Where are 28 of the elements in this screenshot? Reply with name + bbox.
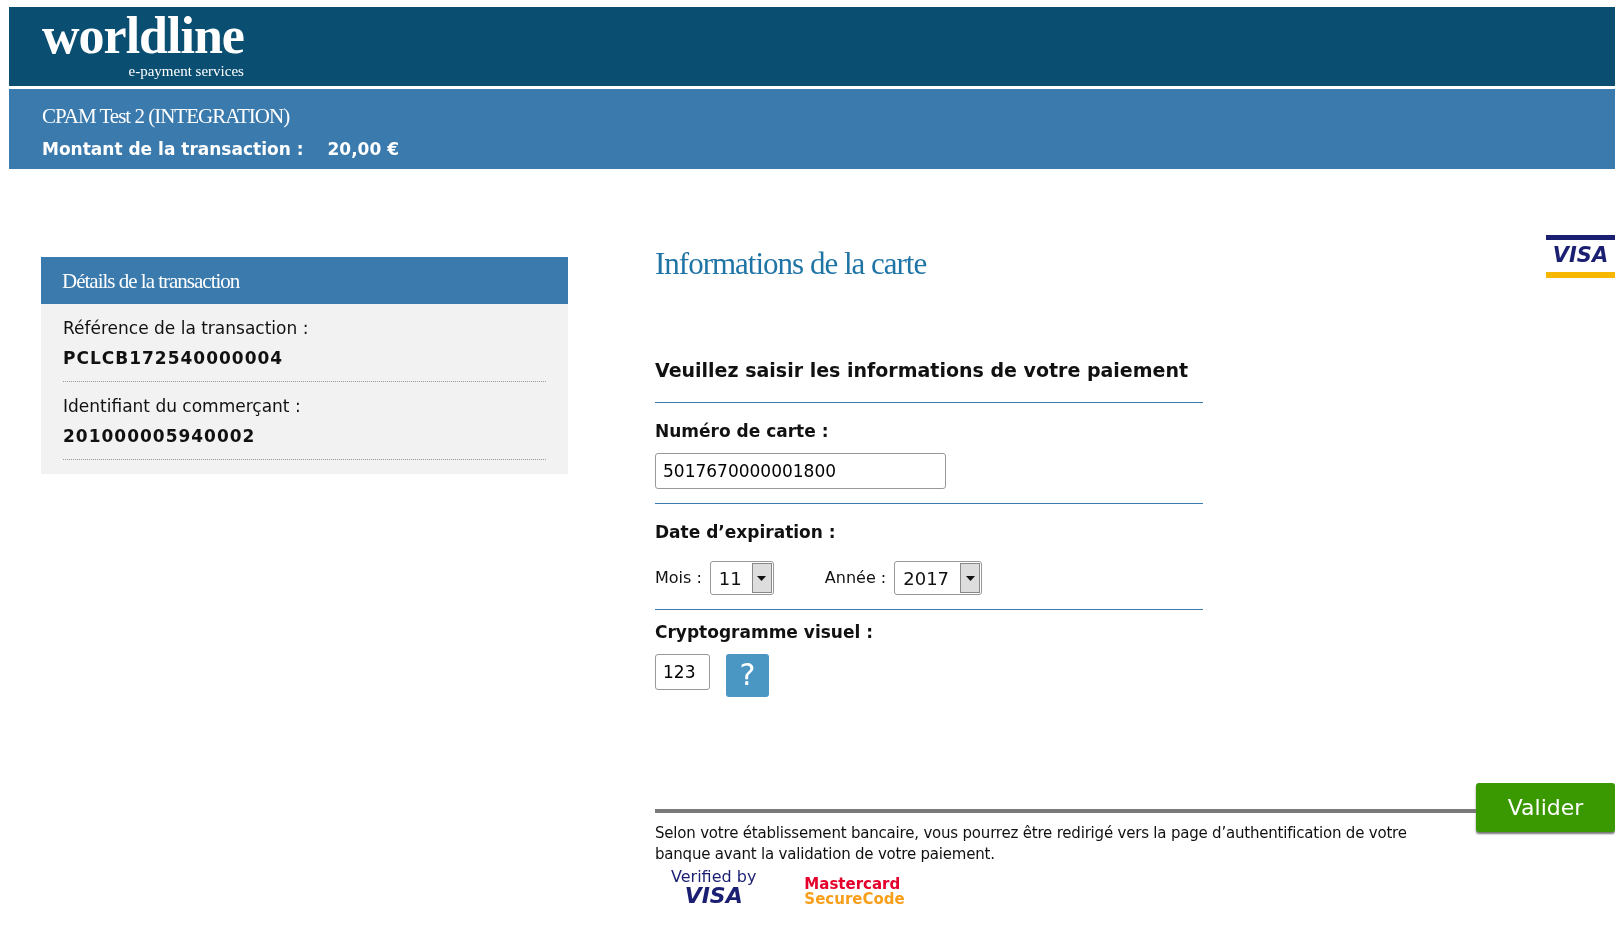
detail-label: Identifiant du commerçant : bbox=[63, 395, 302, 418]
field-label: Mois : bbox=[655, 567, 702, 589]
brand-tagline: e-payment services bbox=[128, 62, 244, 82]
field-label: Date d’expiration : bbox=[655, 520, 837, 544]
detail-value: 201000005940002 bbox=[63, 424, 257, 448]
select-field[interactable]: 11 bbox=[709, 561, 774, 595]
panel-header: Détails de la transaction bbox=[41, 257, 568, 304]
field-label: Numéro de carte : bbox=[655, 420, 830, 443]
form-instruction: Veuillez saisir les informations de votre paiement bbox=[655, 355, 1203, 403]
amount-label: Montant de la transaction : bbox=[42, 137, 304, 161]
select-field[interactable]: 2017 bbox=[894, 561, 983, 595]
detail-label: Référence de la transaction : bbox=[63, 317, 310, 340]
submit-button[interactable]: Valider bbox=[1476, 783, 1615, 832]
brand-logo: worldline bbox=[42, 10, 244, 63]
card-brand-logo: VISA bbox=[1546, 235, 1615, 278]
mastercard-securecode-logo: Mastercard SecureCode bbox=[804, 876, 905, 907]
dropdown-arrow-icon bbox=[965, 575, 975, 581]
dropdown-arrow-icon bbox=[757, 575, 767, 581]
info-text: Selon votre établissement bancaire, vous pourrez être redirigé vers la page d’authentification de votre banque avant la validation de votre paiement. bbox=[655, 822, 1408, 865]
field-label: Cryptogramme visuel : bbox=[655, 621, 875, 644]
field-label: Année : bbox=[824, 567, 887, 589]
verified-by-visa-logo: Verified by VISA bbox=[671, 868, 757, 907]
cvv-field[interactable]: 123 bbox=[655, 653, 710, 690]
detail-value: PCLCB172540000004 bbox=[63, 346, 285, 370]
merchant-name: CPAM Test 2 (INTEGRATION) bbox=[42, 103, 291, 130]
amount-value: 20,00 € bbox=[327, 137, 399, 161]
card-number-field[interactable]: 5017670000001800 bbox=[655, 452, 946, 489]
section-title: Informations de la carte bbox=[655, 245, 927, 283]
